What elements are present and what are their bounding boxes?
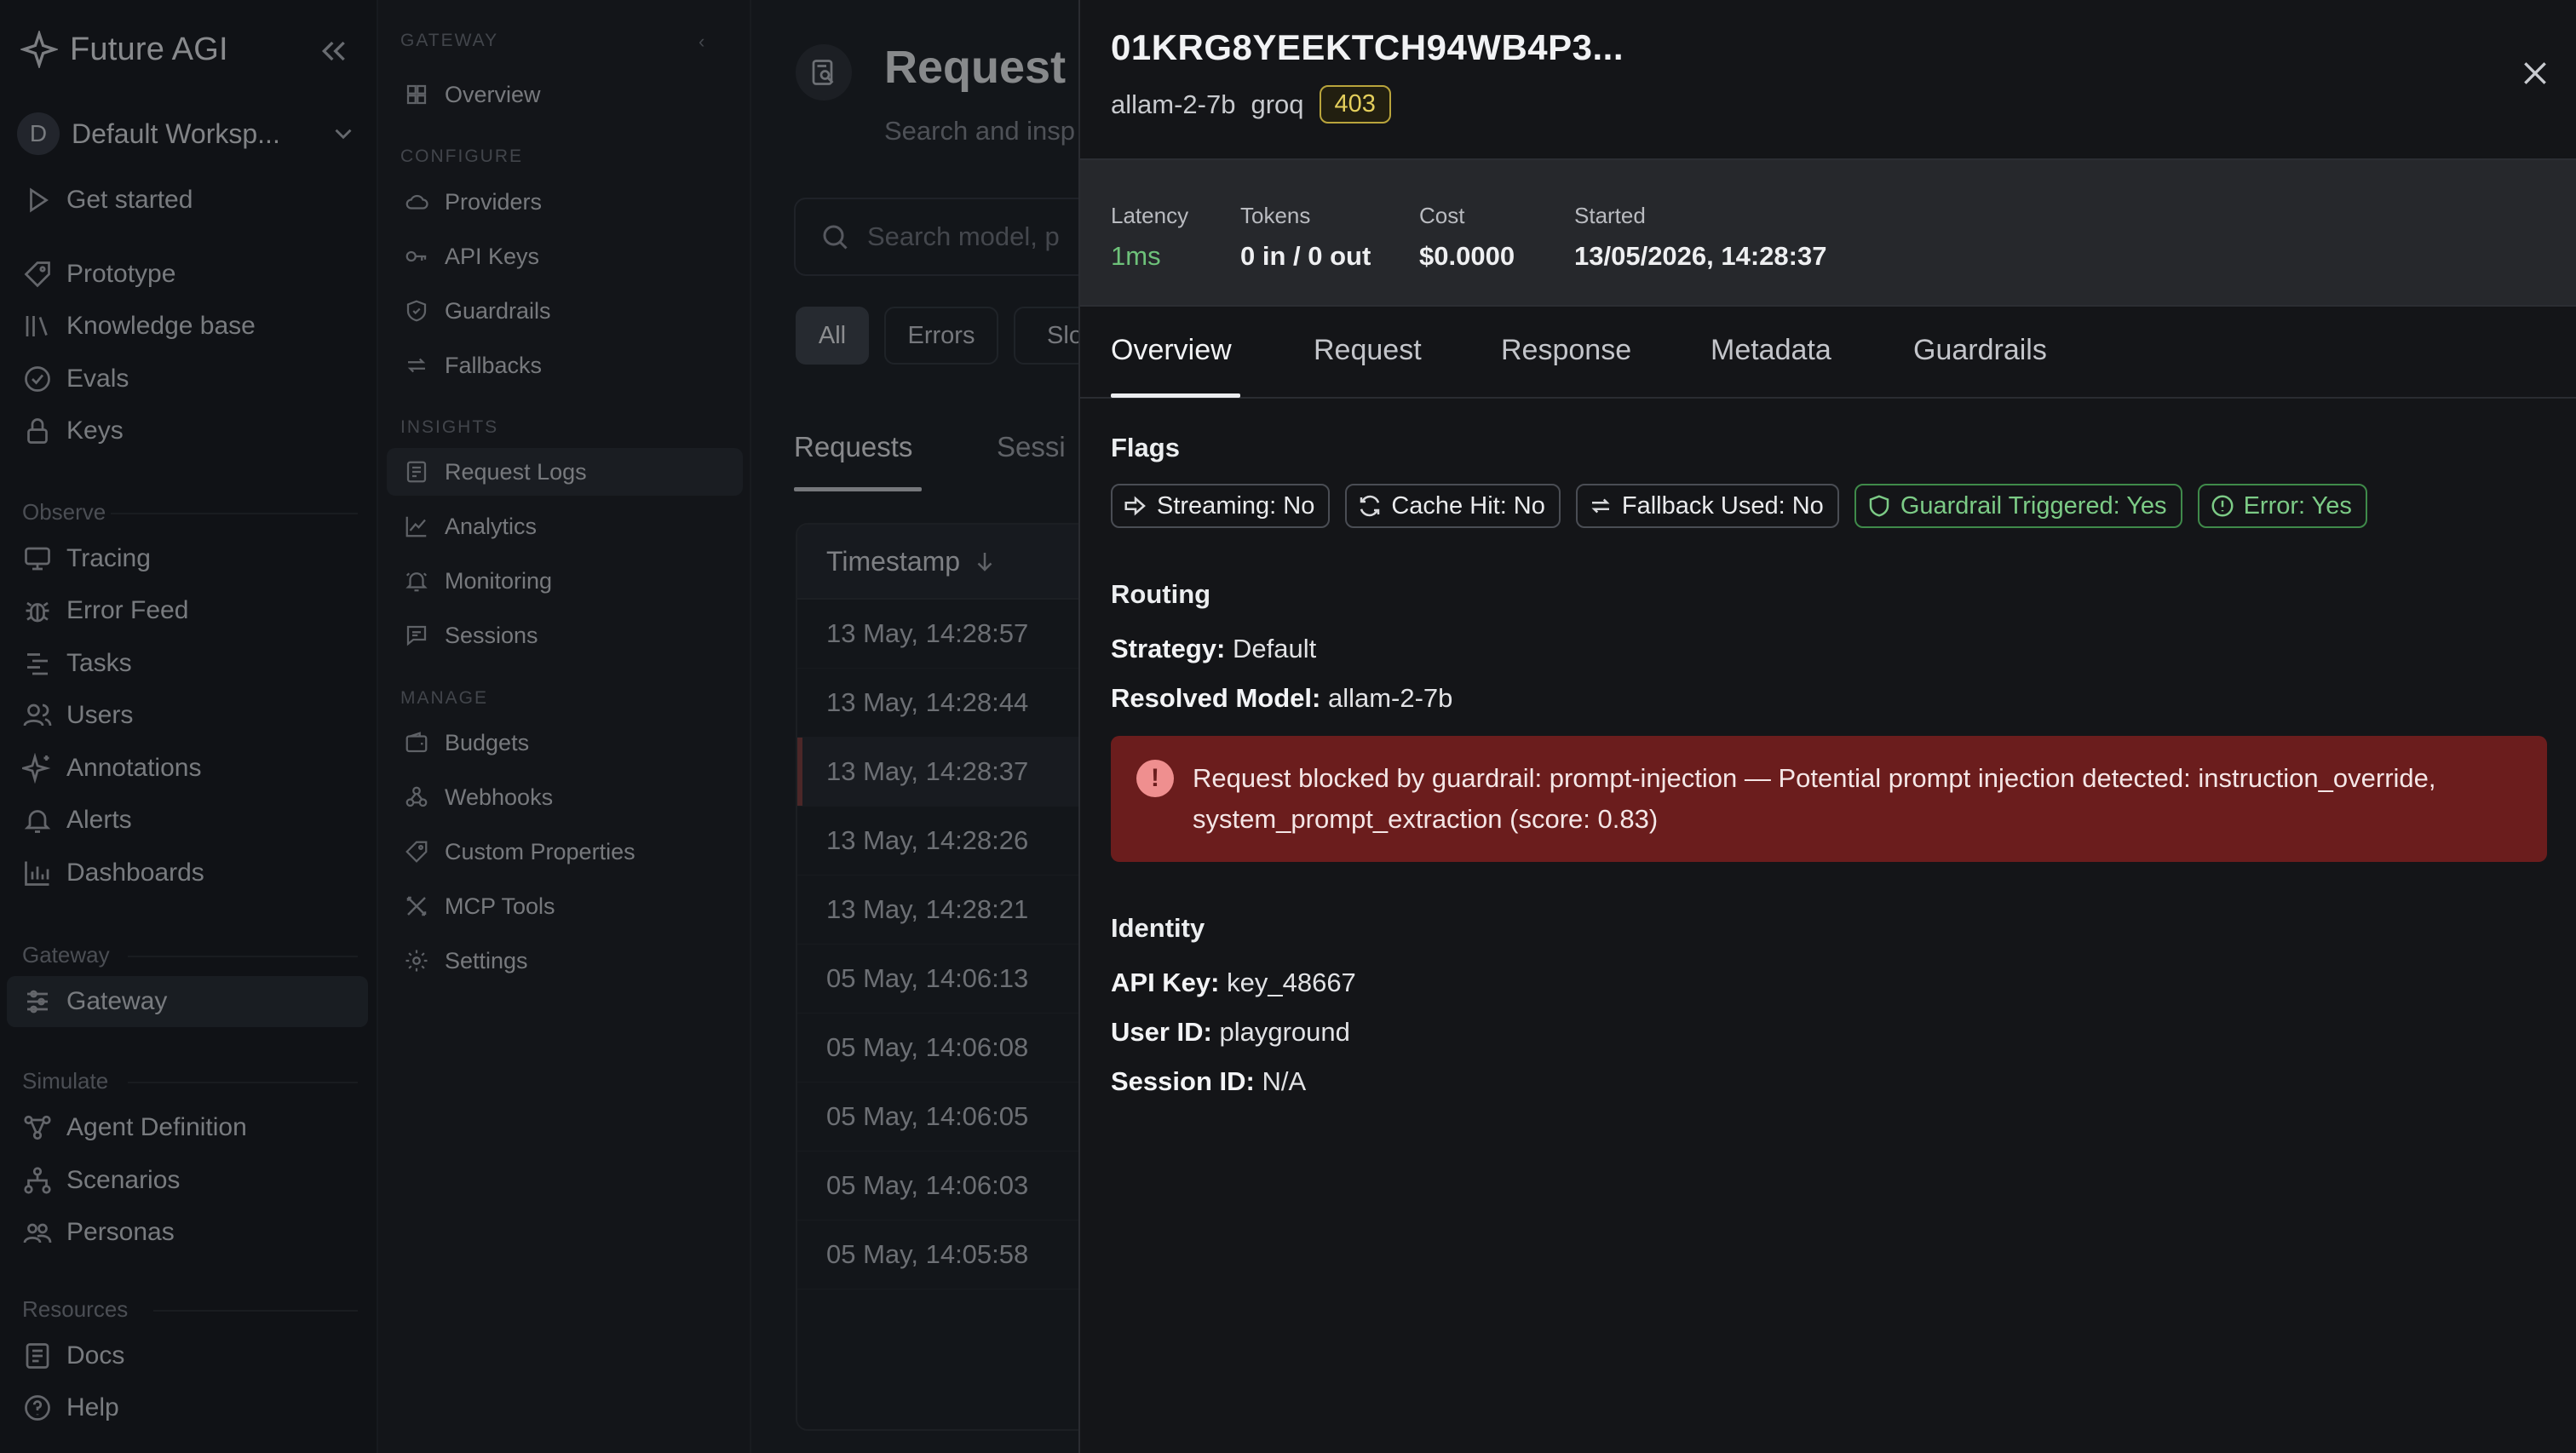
flag-label: Streaming: No [1157, 491, 1315, 520]
flag-guardrail-triggered: Guardrail Triggered: Yes [1854, 484, 2182, 528]
arrow-right-box-icon [1124, 496, 1146, 516]
flag-label: Guardrail Triggered: Yes [1900, 491, 2167, 520]
flags-list: Streaming: No Cache Hit: No Fallback Use… [1111, 484, 2367, 528]
identity-api-key: API Key: key_48667 [1111, 968, 1356, 998]
tab-overview[interactable]: Overview [1111, 334, 1232, 367]
modal-backdrop[interactable] [0, 0, 1078, 1453]
kv-value: allam-2-7b [1327, 683, 1453, 713]
app-root: Future AGI D Default Worksp... Get start… [0, 0, 2576, 1453]
routing-strategy: Strategy: Default [1111, 634, 1316, 664]
identity-user-id: User ID: playground [1111, 1017, 1350, 1048]
identity-session-id: Session ID: N/A [1111, 1066, 1306, 1097]
shield-icon [1869, 495, 1889, 517]
flags-heading: Flags [1111, 433, 1180, 462]
stat-value: $0.0000 [1419, 241, 1515, 271]
flag-label: Error: Yes [2243, 491, 2352, 520]
drawer-tabs: Overview Request Response Metadata Guard… [1080, 308, 2576, 399]
alert-circle-icon [2211, 495, 2234, 517]
flag-streaming: Streaming: No [1111, 484, 1331, 528]
stat-label: Started [1574, 203, 1646, 228]
stat-label: Cost [1419, 203, 1465, 228]
routing-resolved-model: Resolved Model: allam-2-7b [1111, 683, 1452, 714]
request-meta: allam-2-7b groq 403 [1111, 85, 1391, 123]
flag-fallback-used: Fallback Used: No [1575, 484, 1839, 528]
kv-label: Session ID: [1111, 1066, 1255, 1096]
guardrail-alert: ! Request blocked by guardrail: prompt-i… [1111, 736, 2547, 862]
tab-response[interactable]: Response [1501, 334, 1631, 367]
stat-cost: Cost $0.0000 [1419, 203, 1515, 272]
close-icon[interactable] [2518, 56, 2552, 90]
identity-heading: Identity [1111, 913, 1205, 943]
request-detail-drawer: 01KRG8YEEKTCH94WB4P3... allam-2-7b groq … [1078, 0, 2576, 1453]
tab-guardrails[interactable]: Guardrails [1913, 334, 2047, 367]
kv-value: N/A [1262, 1066, 1307, 1096]
kv-value: key_48667 [1227, 968, 1356, 997]
stat-value: 1ms [1111, 241, 1161, 271]
alert-message: Request blocked by guardrail: prompt-inj… [1193, 763, 2436, 834]
active-tab-indicator [1111, 393, 1240, 398]
tab-request[interactable]: Request [1314, 334, 1422, 367]
flag-cache-hit: Cache Hit: No [1345, 484, 1561, 528]
kv-label: Resolved Model: [1111, 683, 1321, 713]
flag-label: Fallback Used: No [1621, 491, 1824, 520]
flag-error: Error: Yes [2197, 484, 2367, 528]
kv-value: playground [1219, 1017, 1350, 1047]
stat-value: 13/05/2026, 14:28:37 [1574, 241, 1827, 271]
stat-tokens: Tokens 0 in / 0 out [1240, 203, 1371, 272]
alert-icon: ! [1136, 760, 1174, 797]
kv-label: Strategy: [1111, 634, 1226, 663]
stat-label: Tokens [1240, 203, 1311, 228]
flag-label: Cache Hit: No [1391, 491, 1545, 520]
stats-bar: Latency 1ms Tokens 0 in / 0 out Cost $0.… [1080, 158, 2576, 307]
stat-label: Latency [1111, 203, 1189, 228]
status-badge: 403 [1319, 85, 1391, 123]
model-name: allam-2-7b [1111, 89, 1236, 119]
kv-value: Default [1233, 634, 1317, 663]
stat-started: Started 13/05/2026, 14:28:37 [1574, 203, 1826, 272]
stat-value: 0 in / 0 out [1240, 241, 1371, 271]
swap-icon [1591, 498, 1610, 514]
request-id-title: 01KRG8YEEKTCH94WB4P3... [1111, 27, 1624, 67]
routing-heading: Routing [1111, 579, 1211, 609]
refresh-icon [1360, 495, 1380, 517]
provider-name: groq [1251, 89, 1304, 119]
tab-metadata[interactable]: Metadata [1711, 334, 1831, 367]
stat-latency: Latency 1ms [1111, 203, 1188, 272]
kv-label: API Key: [1111, 968, 1220, 997]
kv-label: User ID: [1111, 1017, 1212, 1047]
